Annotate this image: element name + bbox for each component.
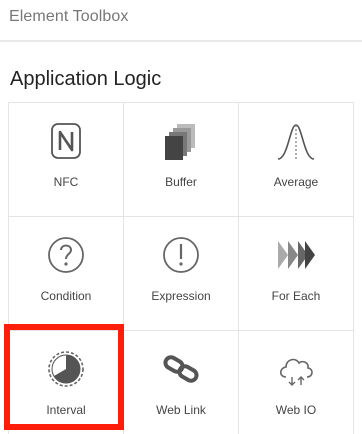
web-link-icon [159, 347, 203, 391]
tile-interval[interactable]: Interval [9, 331, 124, 434]
element-toolbox-panel: Element Toolbox Application Logic NFC Bu… [0, 0, 362, 434]
tile-label: Buffer [165, 175, 197, 189]
tile-for-each[interactable]: For Each [239, 217, 354, 331]
nfc-icon [44, 119, 88, 163]
tile-label: Expression [151, 289, 211, 303]
tile-label: Interval [46, 403, 86, 417]
tile-nfc[interactable]: NFC [9, 103, 124, 217]
section-title: Application Logic [10, 68, 162, 90]
expression-icon [159, 233, 203, 277]
tile-label: For Each [271, 289, 321, 303]
tile-label: Web Link [156, 403, 206, 417]
tile-label: Web IO [275, 403, 317, 417]
average-icon [274, 119, 318, 163]
web-io-icon [274, 347, 318, 391]
tile-web-io[interactable]: Web IO [239, 331, 354, 434]
condition-icon [44, 233, 88, 277]
tile-label: Average [273, 175, 319, 189]
tile-expression[interactable]: Expression [124, 217, 239, 331]
tile-web-link[interactable]: Web Link [124, 331, 239, 434]
interval-icon [44, 347, 88, 391]
element-grid: NFC Buffer Average Condition Expression … [8, 102, 354, 434]
tile-buffer[interactable]: Buffer [124, 103, 239, 217]
panel-title: Element Toolbox [9, 8, 129, 25]
tile-average[interactable]: Average [239, 103, 354, 217]
tile-condition[interactable]: Condition [9, 217, 124, 331]
panel-header: Element Toolbox [0, 0, 362, 42]
tile-label: Condition [40, 289, 92, 303]
buffer-icon [159, 119, 203, 163]
tile-label: NFC [53, 175, 79, 189]
for-each-icon [274, 233, 318, 277]
